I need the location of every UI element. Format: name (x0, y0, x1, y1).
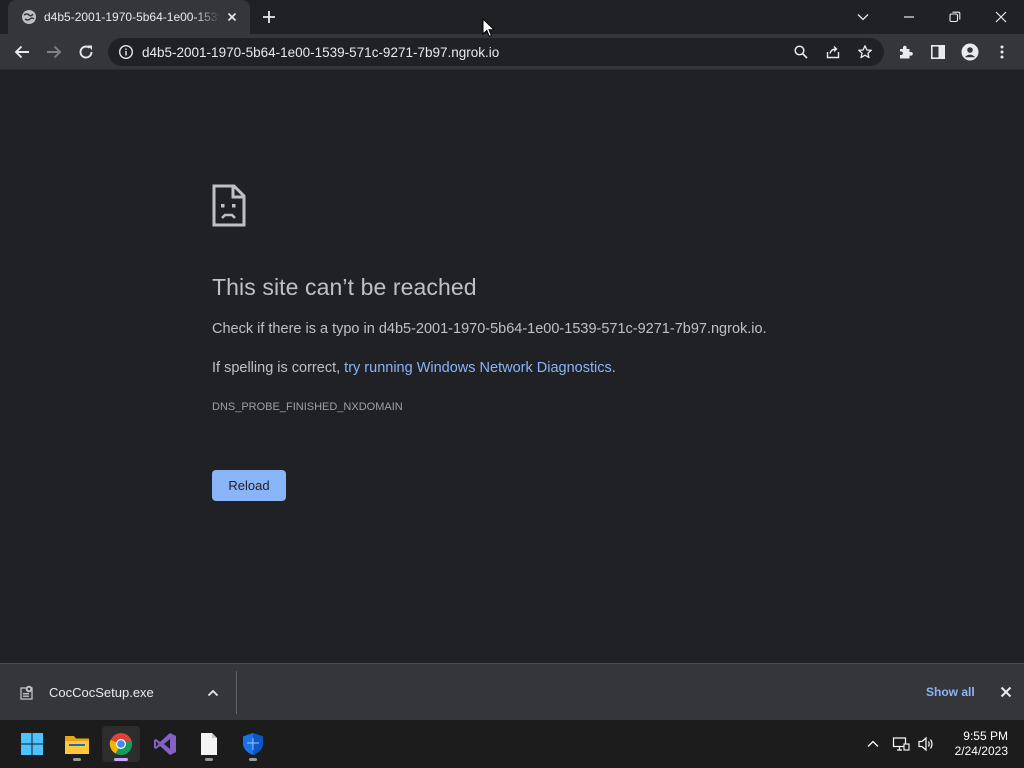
error-page: This site can’t be reached Check if ther… (0, 71, 1024, 663)
running-indicator (114, 758, 128, 761)
network-icon[interactable] (892, 735, 910, 753)
chrome-icon[interactable] (102, 726, 140, 762)
address-bar[interactable]: d4b5-2001-1970-5b64-1e00-1539-571c-9271-… (108, 38, 884, 66)
chevron-up-icon[interactable] (864, 735, 882, 753)
browser-toolbar: d4b5-2001-1970-5b64-1e00-1539-571c-9271-… (0, 34, 1024, 70)
globe-icon (21, 9, 37, 25)
side-panel-icon[interactable] (928, 42, 948, 62)
show-all-link[interactable]: Show all (926, 685, 975, 699)
clock-time: 9:55 PM (963, 729, 1008, 743)
chevron-down-icon[interactable] (851, 5, 875, 29)
reload-icon[interactable] (76, 42, 96, 62)
windows-security-icon[interactable] (234, 726, 272, 762)
taskbar: 9:55 PM 2/24/2023 (0, 720, 1024, 768)
error-code: DNS_PROBE_FINISHED_NXDOMAIN (212, 401, 403, 413)
url-text: d4b5-2001-1970-5b64-1e00-1539-571c-9271-… (142, 45, 500, 60)
close-icon[interactable] (989, 5, 1013, 29)
shelf-divider (236, 671, 237, 714)
screen: d4b5-2001-1970-5b64-1e00-1539-571c-9271-… (0, 0, 1024, 768)
mouse-cursor-icon (482, 18, 495, 38)
reload-button[interactable]: Reload (212, 470, 286, 501)
close-icon[interactable] (998, 684, 1014, 700)
file-explorer-icon[interactable] (58, 726, 96, 762)
clock-date: 2/24/2023 (954, 744, 1008, 758)
diagnostics-hint: If spelling is correct, try running Wind… (212, 360, 616, 376)
installer-file-icon (19, 684, 36, 701)
share-icon[interactable] (825, 44, 841, 60)
close-icon[interactable] (224, 9, 240, 25)
search-icon[interactable] (793, 44, 809, 60)
extensions-icon[interactable] (896, 42, 916, 62)
tab-title: d4b5-2001-1970-5b64-1e00-1539-571c-9271-… (44, 10, 220, 24)
diagnostics-prefix: If spelling is correct, (212, 360, 345, 376)
minimize-icon[interactable] (897, 5, 921, 29)
download-shelf: CocCocSetup.exe Show all (0, 663, 1024, 720)
chevron-up-icon[interactable] (205, 685, 221, 701)
system-clock[interactable]: 9:55 PM 2/24/2023 (942, 729, 1008, 759)
profile-icon[interactable] (960, 42, 980, 62)
active-tab[interactable]: d4b5-2001-1970-5b64-1e00-1539-571c-9271-… (8, 0, 250, 34)
network-diagnostics-link[interactable]: try running Windows Network Diagnostics (344, 360, 612, 376)
volume-icon[interactable] (917, 735, 935, 753)
restore-icon[interactable] (943, 5, 967, 29)
star-icon[interactable] (857, 44, 873, 60)
plus-icon[interactable] (260, 8, 278, 26)
error-title: This site can’t be reached (212, 274, 477, 300)
visual-studio-icon[interactable] (146, 726, 184, 762)
running-indicator (73, 758, 81, 761)
download-file-name[interactable]: CocCocSetup.exe (49, 685, 154, 700)
back-arrow-icon[interactable] (12, 42, 32, 62)
typo-hint: Check if there is a typo in d4b5-2001-19… (212, 321, 767, 337)
tab-strip: d4b5-2001-1970-5b64-1e00-1539-571c-9271-… (0, 0, 1024, 34)
diagnostics-suffix: . (611, 360, 616, 376)
running-indicator (205, 758, 213, 761)
notepad-icon[interactable] (190, 726, 228, 762)
sad-document-icon (212, 184, 246, 227)
windows-start-icon[interactable] (13, 726, 51, 762)
running-indicator (249, 758, 257, 761)
forward-arrow-icon[interactable] (44, 42, 64, 62)
kebab-menu-icon[interactable] (992, 42, 1012, 62)
info-icon[interactable] (118, 44, 134, 60)
